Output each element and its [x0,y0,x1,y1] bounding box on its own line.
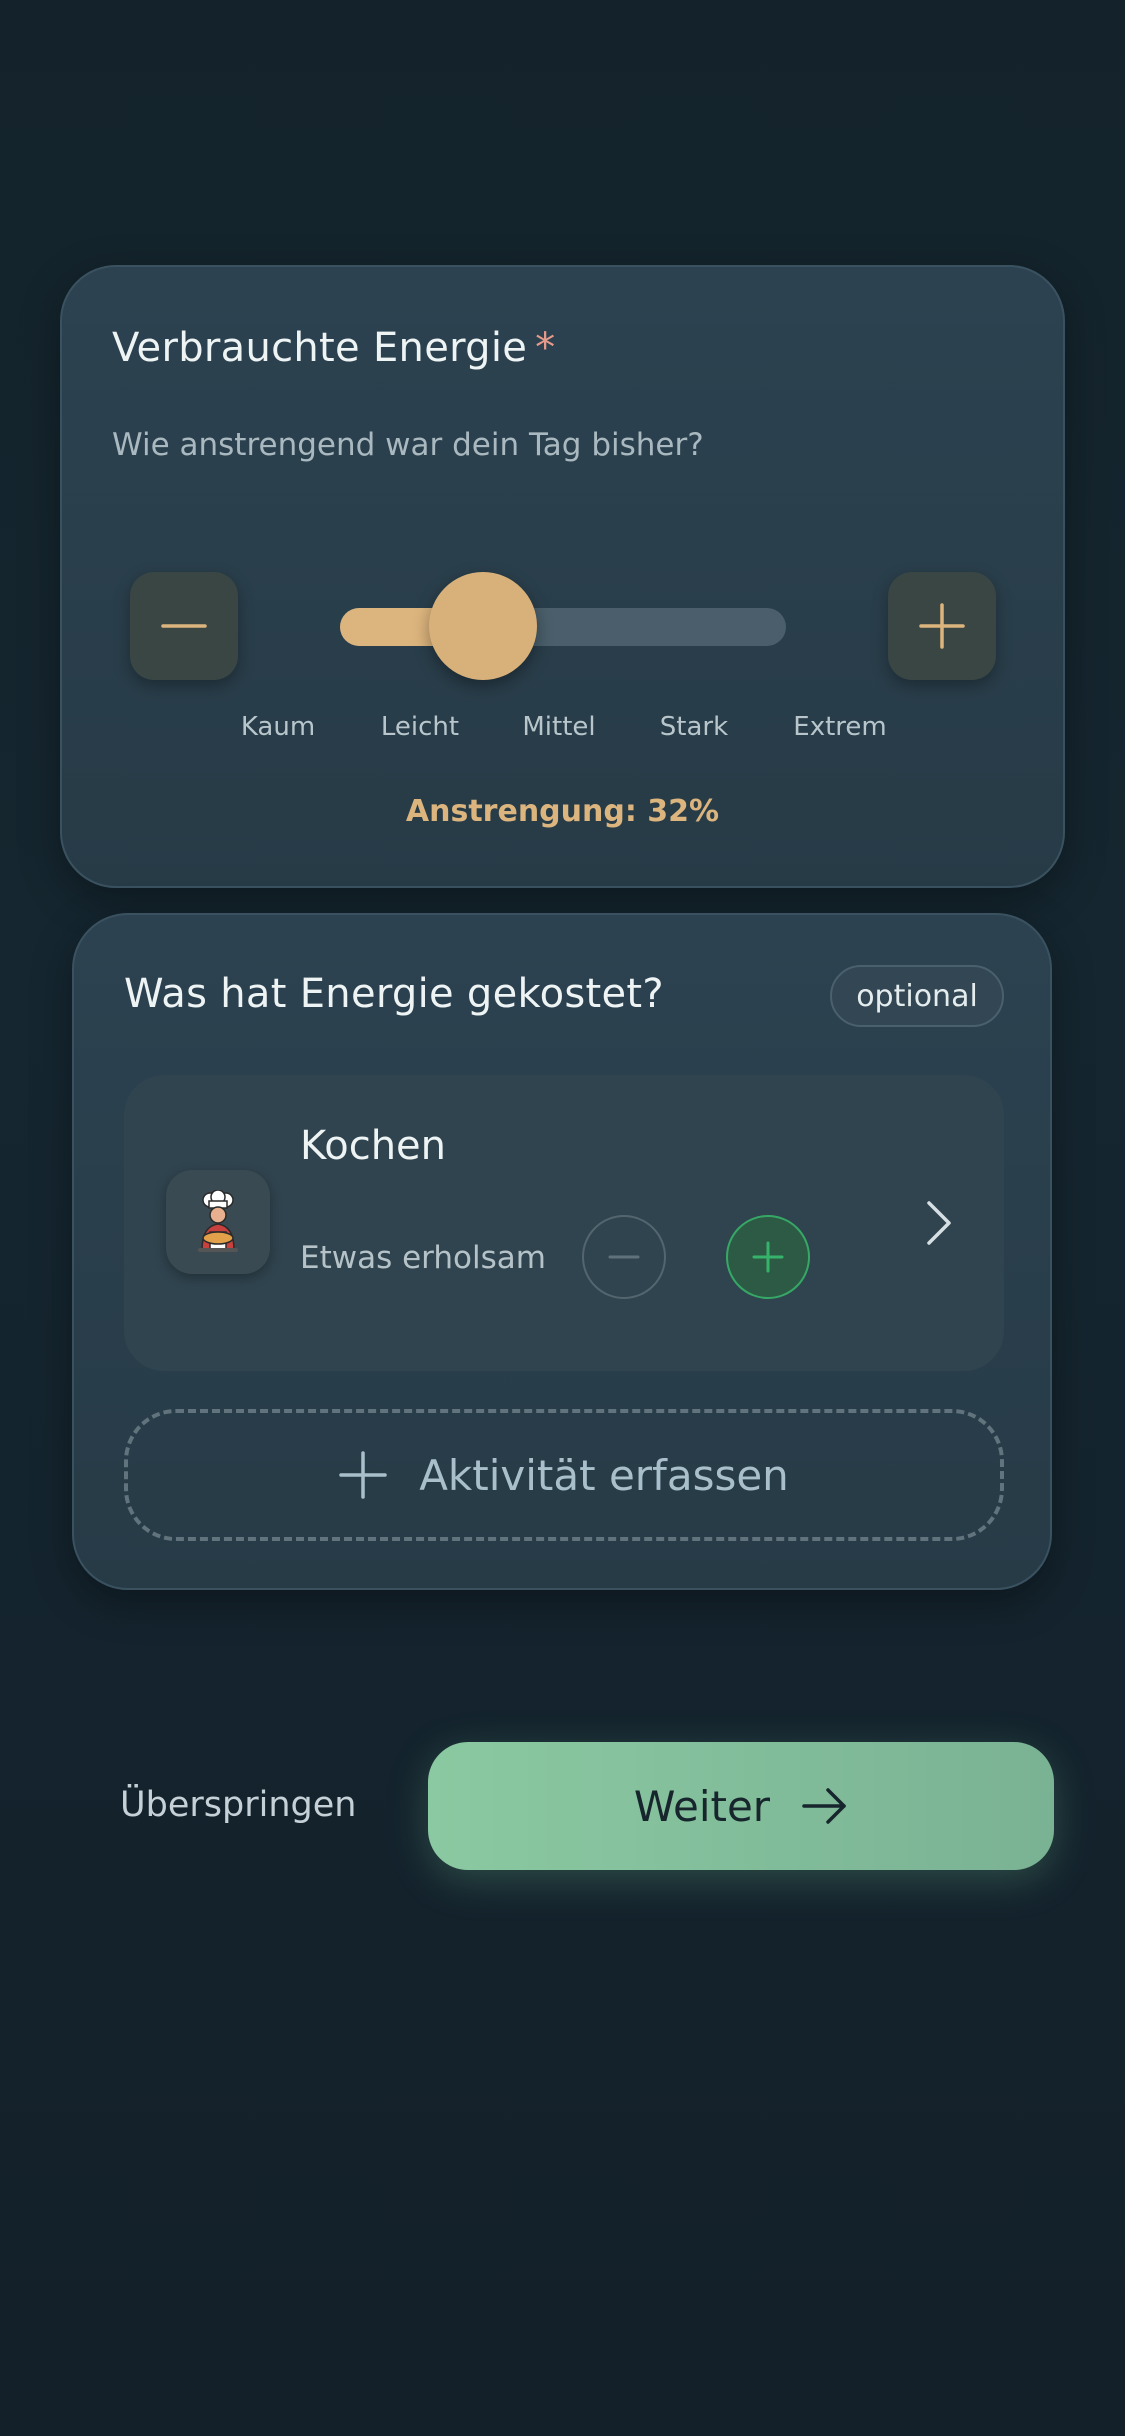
energy-title: Verbrauchte Energie * [112,325,555,371]
energy-cost-card: Was hat Energie gekostet? optional Koche… [72,913,1052,1590]
add-activity-label: Aktivität erfassen [419,1450,789,1500]
level-label-extrem: Extrem [793,712,887,742]
next-button[interactable]: Weiter [428,1742,1054,1870]
chevron-right-icon[interactable] [919,1193,959,1253]
decrease-energy-button[interactable] [130,572,238,680]
level-label-leicht: Leicht [380,712,460,742]
energy-question: Wie anstrengend war dein Tag bisher? [112,427,704,463]
plus-icon [752,1241,784,1273]
activity-item[interactable]: Kochen Etwas erholsam [124,1075,1004,1371]
minus-icon [608,1255,640,1259]
energy-title-text: Verbrauchte Energie [112,325,528,371]
activity-name: Kochen [300,1123,447,1169]
activity-decrease-button[interactable] [582,1215,666,1299]
optional-badge: optional [830,965,1004,1027]
activity-level: Etwas erholsam [300,1240,546,1276]
activity-icon-box [166,1170,270,1274]
plus-icon [919,603,965,649]
chef-icon [198,1190,238,1252]
level-label-mittel: Mittel [522,712,596,742]
skip-button[interactable]: Überspringen [120,1785,356,1825]
arrow-right-icon [802,1788,846,1824]
level-label-stark: Stark [659,712,729,742]
energy-slider-track[interactable] [340,608,786,646]
effort-value: Anstrengung: 32% [405,794,720,829]
increase-energy-button[interactable] [888,572,996,680]
next-label: Weiter [633,1781,771,1831]
energy-level-labels: Kaum Leicht Mittel Stark Extrem [62,712,1063,752]
required-marker: * [535,325,556,371]
level-label-kaum: Kaum [240,712,316,742]
plus-icon [339,1451,387,1499]
energy-slider-thumb[interactable] [428,572,537,680]
activity-increase-button[interactable] [726,1215,810,1299]
energy-card: Verbrauchte Energie * Wie anstrengend war… [60,265,1065,888]
energy-cost-title: Was hat Energie gekostet? [124,971,664,1017]
add-activity-button[interactable]: Aktivität erfassen [124,1409,1004,1541]
minus-icon [161,624,207,628]
